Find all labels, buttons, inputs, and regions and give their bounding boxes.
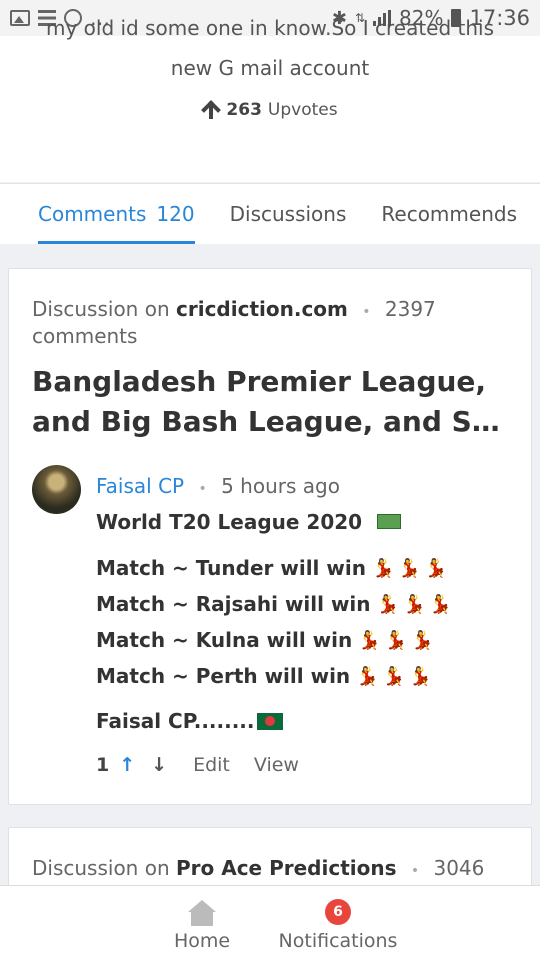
view-button[interactable]: View: [254, 754, 299, 776]
post-body: my old id some one in know.So I created …: [0, 16, 540, 182]
dancer-emoji-icon: 💃💃💃: [356, 665, 436, 687]
comments-count: 2397: [384, 297, 436, 321]
upvote-arrow-icon: [202, 100, 220, 120]
discussion-source: Discussion on cricdiction.com • 2397 com…: [32, 297, 502, 348]
discussion-card[interactable]: Discussion on cricdiction.com • 2397 com…: [8, 268, 532, 805]
tab-recommends[interactable]: Recommends: [381, 184, 517, 245]
bangladesh-flag-icon: [256, 712, 283, 730]
vote-count: 1: [96, 754, 110, 776]
comment-author[interactable]: Faisal CP: [96, 474, 184, 498]
upvotes[interactable]: 263 Upvotes: [0, 100, 540, 120]
comment-title-text: World T20 League 2020: [96, 510, 363, 534]
tab-label: Discussions: [229, 202, 347, 226]
comment-line-text: Match ~ Tunder will win: [96, 556, 366, 580]
comment-actions: 1 ↑ ↓ Edit View: [96, 754, 299, 776]
comment-line-text: Match ~ Rajsahi will win: [96, 592, 371, 616]
separator-dot: •: [410, 863, 420, 879]
tab-bar: Comments 120 Discussions Recommends: [0, 183, 540, 244]
discussion-site-link[interactable]: cricdiction.com: [176, 297, 348, 321]
comment-line-text: Match ~ Kulna will win: [96, 628, 353, 652]
upvote-count: 263: [226, 100, 262, 120]
edit-button[interactable]: Edit: [193, 754, 230, 776]
nav-notifications-label: Notifications: [278, 930, 398, 952]
comments-label: comments: [32, 324, 138, 348]
headline-line: Bangladesh Premier League,: [32, 365, 487, 398]
nav-home-label: Home: [173, 930, 231, 952]
discussion-headline[interactable]: Bangladesh Premier League, and Big Bash …: [32, 362, 517, 442]
tab-label: Recommends: [381, 202, 517, 226]
tab-label: Comments: [38, 202, 147, 226]
comment-time: 5 hours ago: [221, 474, 340, 498]
comment-line: Match ~ Tunder will win 💃💃💃: [96, 556, 451, 580]
post-body-line: my old id some one in know.So I created …: [45, 16, 495, 40]
discussion-prefix: Discussion on: [32, 297, 170, 321]
nav-notifications[interactable]: 6 Notifications: [278, 886, 398, 960]
dancer-emoji-icon: 💃💃💃: [371, 557, 452, 579]
nav-home[interactable]: Home: [166, 886, 238, 960]
signature-text: Faisal CP........: [96, 709, 255, 733]
headline-line: and Big Bash League, and Supe...: [32, 405, 517, 438]
dancer-emoji-icon: 💃💃💃: [358, 629, 438, 651]
comment-title: World T20 League 2020: [96, 510, 402, 534]
dancer-emoji-icon: 💃💃💃: [376, 593, 456, 615]
comment-line: Match ~ Rajsahi will win 💃💃💃: [96, 592, 456, 616]
upvote-label: Upvotes: [267, 100, 338, 120]
tab-count: 120: [156, 202, 195, 226]
home-icon: [188, 900, 216, 926]
comment-line: Match ~ Kulna will win 💃💃💃: [96, 628, 438, 652]
comment-signature: Faisal CP........: [96, 709, 283, 733]
tab-comments[interactable]: Comments 120: [38, 184, 195, 245]
money-emoji-icon: [377, 514, 402, 529]
comment-line-text: Match ~ Perth will win: [96, 664, 351, 688]
comment-meta: Faisal CP • 5 hours ago: [96, 474, 340, 498]
discussion-source: Discussion on Pro Ace Predictions • 3046: [32, 856, 502, 883]
downvote-arrow-icon[interactable]: ↓: [151, 754, 167, 776]
bottom-nav: Home 6 Notifications: [0, 885, 540, 960]
discussion-prefix: Discussion on: [32, 856, 170, 880]
tab-discussions[interactable]: Discussions: [230, 184, 347, 245]
upvote-arrow-icon[interactable]: ↑: [119, 754, 135, 776]
discussion-site-link[interactable]: Pro Ace Predictions: [176, 856, 397, 880]
avatar[interactable]: [32, 465, 81, 514]
comments-count: 3046: [433, 856, 485, 880]
notifications-badge: 6: [325, 899, 351, 925]
separator-dot: •: [362, 304, 371, 320]
comment-line: Match ~ Perth will win 💃💃💃: [96, 664, 435, 688]
post-body-line: new G mail account: [170, 56, 370, 80]
separator-dot: •: [198, 481, 207, 497]
